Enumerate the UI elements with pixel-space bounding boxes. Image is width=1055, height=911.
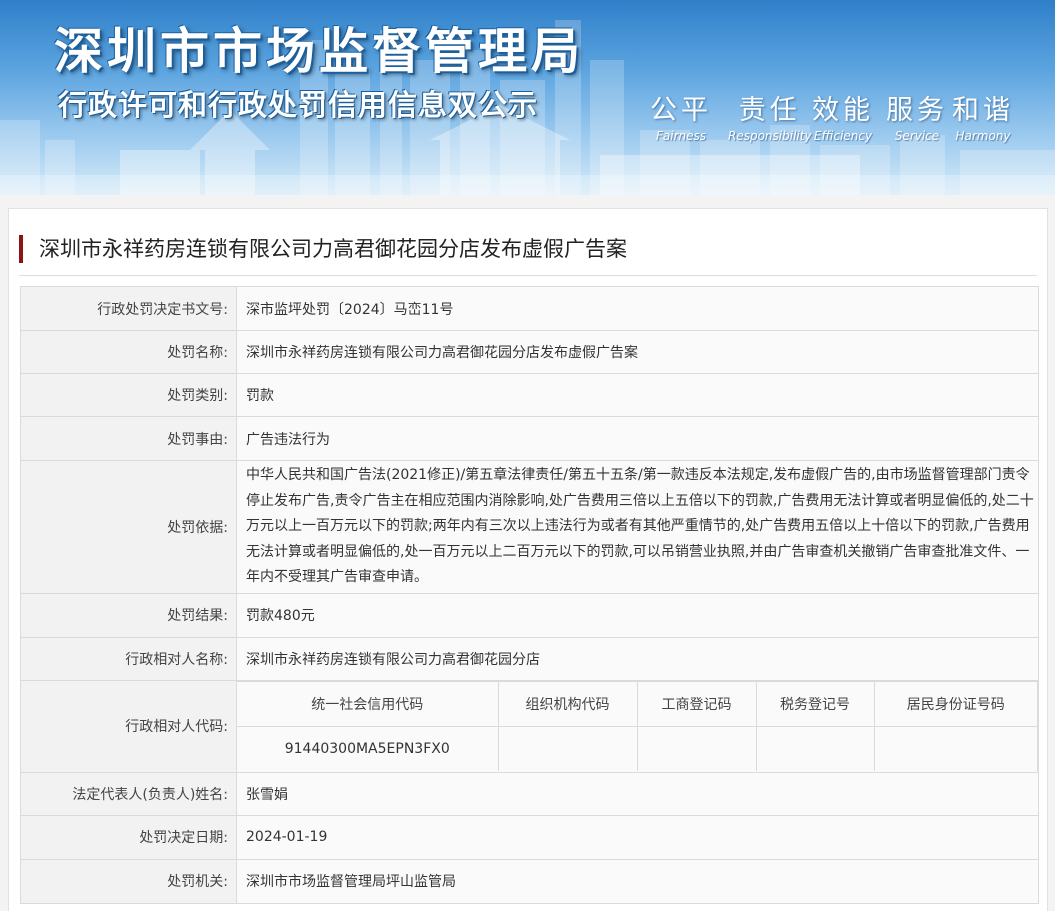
header-banner: 深圳市市场监督管理局 行政许可和行政处罚信用信息双公示 公平 Fairness … <box>0 0 1055 195</box>
table-row: 处罚决定日期: 2024-01-19 <box>20 814 1039 860</box>
divider <box>19 275 1037 276</box>
case-detail-card: 深圳市永祥药房连锁有限公司力高君御花园分店发布虚假广告案 行政处罚决定书文号: … <box>8 208 1048 911</box>
penalty-result-label: 处罚结果: <box>20 592 237 638</box>
penalty-name-value: 深圳市永祥药房连锁有限公司力高君御花园分店发布虚假广告案 <box>236 330 1039 374</box>
party-code-table: 统一社会信用代码 组织机构代码 工商登记码 税务登记号 居民身份证号码 9144… <box>237 681 1038 771</box>
table-row: 处罚结果: 罚款480元 <box>20 592 1039 638</box>
party-code-cell: 统一社会信用代码 组织机构代码 工商登记码 税务登记号 居民身份证号码 9144… <box>236 679 1039 773</box>
penalty-result-value: 罚款480元 <box>236 592 1039 638</box>
value-label-zh: 服务 <box>886 95 948 126</box>
table-row: 处罚名称: 深圳市永祥药房连锁有限公司力高君御花园分店发布虚假广告案 <box>20 330 1039 374</box>
value-label-zh: 公平 <box>650 95 712 126</box>
value-label-en: Efficiency <box>813 129 873 143</box>
doc-no-label: 行政处罚决定书文号: <box>20 286 237 331</box>
penalty-category-label: 处罚类别: <box>20 373 237 417</box>
table-row: 统一社会信用代码 组织机构代码 工商登记码 税务登记号 居民身份证号码 <box>237 681 1038 727</box>
table-row: 处罚机关: 深圳市市场监督管理局坪山监管局 <box>20 858 1039 904</box>
penalty-reason-label: 处罚事由: <box>20 416 237 461</box>
code-value-org <box>497 726 638 771</box>
decision-date-label: 处罚决定日期: <box>20 814 237 860</box>
value-label-zh: 和谐 <box>952 95 1014 126</box>
code-header-credit: 统一社会信用代码 <box>237 681 499 727</box>
value-label-en: Harmony <box>955 129 1011 143</box>
table-row: 行政相对人代码: 统一社会信用代码 组织机构代码 工商登记码 税务登记号 居民身… <box>20 679 1039 773</box>
site-subtitle: 行政许可和行政处罚信用信息双公示 <box>58 88 539 122</box>
code-header-tax: 税务登记号 <box>755 681 875 727</box>
table-row: 法定代表人(负责人)姓名: 张雪娟 <box>20 771 1039 816</box>
code-header-org: 组织机构代码 <box>497 681 638 727</box>
authority-label: 处罚机关: <box>20 858 237 904</box>
value-fairness: 公平 Fairness <box>650 88 712 143</box>
party-code-label: 行政相对人代码: <box>20 679 237 773</box>
penalty-info-table: 行政处罚决定书文号: 深市监坪处罚〔2024〕马峦11号 处罚名称: 深圳市永祥… <box>20 286 1039 904</box>
value-label-zh: 责任 <box>738 95 801 126</box>
legal-rep-value: 张雪娟 <box>236 771 1039 816</box>
table-row: 处罚事由: 广告违法行为 <box>20 416 1039 461</box>
penalty-basis-value: 中华人民共和国广告法(2021修正)/第五章法律责任/第五十五条/第一款违反本法… <box>236 460 1039 594</box>
value-label-zh: 效能 <box>812 95 874 126</box>
value-service: 服务 Service <box>886 88 948 143</box>
code-value-business <box>636 726 757 771</box>
party-name-label: 行政相对人名称: <box>20 636 237 681</box>
code-value-credit: 91440300MA5EPN3FX0 <box>237 726 499 771</box>
table-row: 91440300MA5EPN3FX0 <box>237 726 1038 771</box>
value-label-en: Service <box>894 129 940 143</box>
table-row: 处罚依据: 中华人民共和国广告法(2021修正)/第五章法律责任/第五十五条/第… <box>20 460 1039 594</box>
penalty-basis-label: 处罚依据: <box>20 460 237 594</box>
code-value-tax <box>755 726 875 771</box>
decision-date-value: 2024-01-19 <box>236 814 1039 860</box>
value-harmony: 和谐 Harmony <box>952 88 1014 143</box>
value-responsibility: 责任 Responsibility <box>728 88 812 143</box>
code-value-id <box>873 726 1038 771</box>
party-name-value: 深圳市永祥药房连锁有限公司力高君御花园分店 <box>236 636 1039 681</box>
code-header-business: 工商登记码 <box>636 681 757 727</box>
table-row: 行政相对人名称: 深圳市永祥药房连锁有限公司力高君御花园分店 <box>20 636 1039 681</box>
doc-no-value: 深市监坪处罚〔2024〕马峦11号 <box>236 286 1039 331</box>
value-label-en: Fairness <box>655 129 706 143</box>
case-title: 深圳市永祥药房连锁有限公司力高君御花园分店发布虚假广告案 <box>19 235 627 263</box>
value-efficiency: 效能 Efficiency <box>812 88 874 143</box>
penalty-name-label: 处罚名称: <box>20 330 237 374</box>
legal-rep-label: 法定代表人(负责人)姓名: <box>20 771 237 816</box>
code-header-id: 居民身份证号码 <box>873 681 1038 727</box>
value-label-en: Responsibility <box>728 129 812 143</box>
table-row: 处罚类别: 罚款 <box>20 373 1039 417</box>
authority-value: 深圳市市场监督管理局坪山监管局 <box>236 858 1039 904</box>
penalty-reason-value: 广告违法行为 <box>236 416 1039 461</box>
site-title: 深圳市市场监督管理局 <box>54 23 585 80</box>
penalty-category-value: 罚款 <box>236 373 1039 417</box>
table-row: 行政处罚决定书文号: 深市监坪处罚〔2024〕马峦11号 <box>20 286 1039 331</box>
